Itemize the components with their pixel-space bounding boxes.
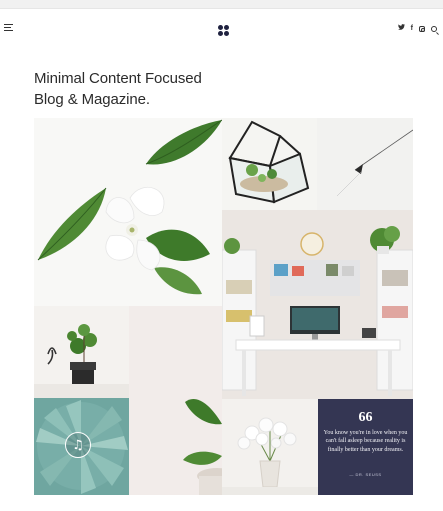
flower-photo-tile[interactable] — [34, 118, 222, 306]
photo-gallery-grid: ♫ 66 You know you're in love when you ca… — [34, 118, 413, 495]
search-icon[interactable] — [431, 25, 437, 32]
twitter-icon[interactable] — [397, 24, 405, 33]
instagram-icon[interactable] — [419, 25, 425, 32]
workspace-image — [222, 210, 413, 399]
site-header: f — [0, 18, 443, 44]
quote-text: You know you're in love when you can't f… — [323, 430, 408, 453]
headline-line-1: Minimal Content Focused — [34, 70, 202, 87]
flower-vase-photo-tile[interactable] — [222, 399, 318, 495]
white-flower-image — [37, 119, 222, 295]
small-plant-photo-tile[interactable] — [34, 306, 129, 398]
four-dots-logo-icon[interactable] — [218, 25, 230, 37]
music-note-icon[interactable]: ♫ — [65, 432, 91, 458]
quote-tile[interactable]: 66 You know you're in love when you can'… — [318, 399, 413, 495]
quote-author: — DR. SEUSS — [349, 472, 382, 477]
social-links: f — [397, 24, 437, 33]
hero-headline: Minimal Content Focused Blog & Magazine. — [34, 68, 202, 110]
desk-workspace-photo-tile[interactable] — [222, 210, 413, 399]
succulent-photo-tile[interactable]: ♫ — [34, 398, 129, 495]
terrarium-photo-tile[interactable] — [222, 118, 317, 210]
browser-top-strip — [0, 0, 443, 9]
pin-photo-tile[interactable] — [317, 118, 413, 210]
quote-mark-icon: 66 — [358, 410, 373, 425]
pushpin-image — [336, 129, 413, 197]
potted-plant-image — [34, 306, 129, 398]
flowers-in-vase-image — [222, 399, 318, 495]
headline-line-2: Blog & Magazine. — [34, 91, 151, 108]
menu-icon[interactable] — [4, 24, 14, 32]
leaf-photo-tile[interactable] — [129, 306, 222, 495]
facebook-icon[interactable]: f — [411, 25, 413, 33]
geometric-terrarium-image — [228, 120, 310, 204]
leaf-in-pot-image — [129, 306, 222, 495]
